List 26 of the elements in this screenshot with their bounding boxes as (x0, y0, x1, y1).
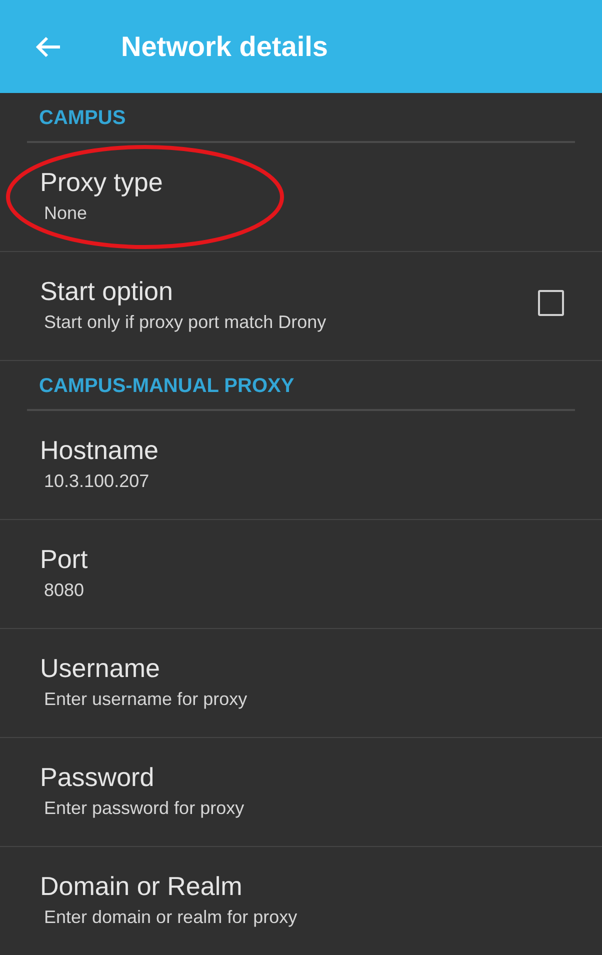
item-summary: Enter domain or realm for proxy (44, 907, 298, 928)
preference-item[interactable]: Port 8080 (0, 520, 602, 629)
item-title: Proxy type (40, 166, 164, 198)
item-title: Username (40, 652, 161, 684)
preference-item[interactable]: Hostname 10.3.100.207 (0, 411, 602, 520)
preference-item[interactable]: Proxy type None (0, 143, 602, 252)
item-title: Password (40, 760, 156, 794)
item-summary: Enter username for proxy (44, 688, 248, 710)
item-title: Domain or Realm (40, 870, 244, 903)
preference-item[interactable]: Domain or Realm Enter domain or realm for proxy (0, 847, 602, 955)
section-header: CAMPUS (27, 93, 575, 143)
item-summary: 10.3.100.207 (44, 470, 150, 492)
preference-item[interactable]: Start option Start only if proxy port match Drony (0, 252, 602, 361)
item-title: Port (40, 542, 89, 576)
section-header: CAMPUS-MANUAL PROXY (27, 361, 575, 411)
item-title: Start option (40, 274, 174, 308)
item-summary: Enter password for proxy (44, 798, 246, 818)
checkbox[interactable] (538, 290, 564, 316)
screen-title: Network details (121, 30, 328, 62)
back-arrow-icon (34, 34, 62, 58)
item-title: Hostname (40, 434, 160, 466)
item-summary: Start only if proxy port match Drony (44, 312, 328, 332)
preference-item[interactable]: Password Enter password for proxy (0, 738, 602, 847)
item-summary: 8080 (44, 580, 86, 600)
item-summary: None (44, 202, 88, 224)
preference-item[interactable]: Username Enter username for proxy (0, 629, 602, 738)
